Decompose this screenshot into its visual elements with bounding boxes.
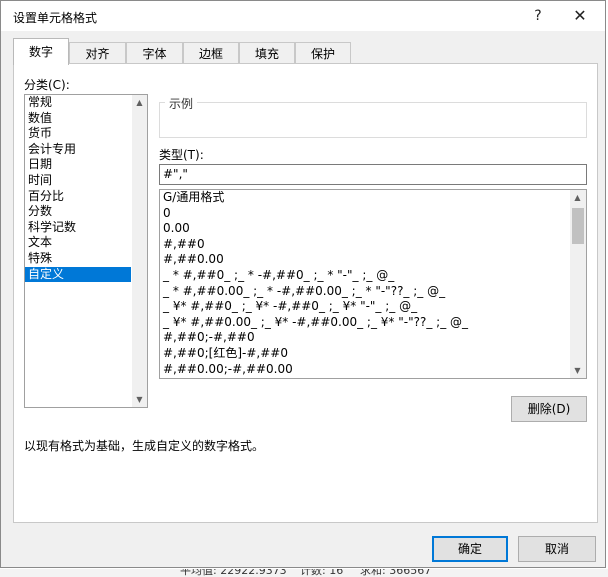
category-item[interactable]: 科学记数 [25,220,147,236]
category-item[interactable]: 时间 [25,173,147,189]
format-code-listbox[interactable]: G/通用格式 0 0.00 #,##0 #,##0.00 _ * #,##0_ … [159,189,587,379]
scroll-up-icon[interactable]: ▲ [132,95,147,110]
dialog-title: 设置单元格格式 [13,11,98,25]
tab-protection[interactable]: 保护 [295,42,351,64]
title-bar: 设置单元格格式 ? ✕ [1,1,605,31]
scroll-down-icon[interactable]: ▼ [132,392,147,407]
category-scrollbar[interactable]: ▲ ▼ [132,95,147,407]
format-item[interactable]: 0 [160,206,568,222]
tab-border[interactable]: 边框 [183,42,239,64]
category-item[interactable]: 分数 [25,204,147,220]
format-item[interactable]: #,##0 [160,237,568,253]
category-item[interactable]: 货币 [25,126,147,142]
tab-font[interactable]: 字体 [126,42,183,64]
scroll-up-icon[interactable]: ▲ [570,190,585,205]
category-item[interactable]: 文本 [25,235,147,251]
status-average: 平均值: 22922.9373 [180,569,287,577]
sample-box [159,102,587,138]
category-label: 分类(C): [24,78,70,92]
format-item[interactable]: #,##0.00 [160,252,568,268]
scroll-thumb[interactable] [572,208,584,244]
format-item[interactable]: _ * #,##0.00_ ;_ * -#,##0.00_ ;_ * "-"??… [160,284,568,300]
status-sum: 求和: 366567 [360,569,432,577]
format-scrollbar[interactable]: ▲ ▼ [570,190,586,378]
category-item-selected[interactable]: 自定义 [25,266,131,283]
category-listbox[interactable]: 常规 数值 货币 会计专用 日期 时间 百分比 分数 科学记数 文本 特殊 自定… [24,94,148,408]
cancel-button[interactable]: 取消 [518,536,596,562]
tab-number[interactable]: 数字 [13,38,69,65]
help-button[interactable]: ? [515,1,561,31]
category-item[interactable]: 常规 [25,95,147,111]
delete-button[interactable]: 删除(D) [511,396,587,422]
format-item[interactable]: _ ¥* #,##0_ ;_ ¥* -#,##0_ ;_ ¥* "-"_ ;_ … [160,299,568,315]
format-item[interactable]: #,##0;-#,##0 [160,330,568,346]
type-label: 类型(T): [159,148,204,162]
format-item[interactable]: G/通用格式 [160,190,568,206]
category-item[interactable]: 日期 [25,157,147,173]
sample-label: 示例 [165,95,198,112]
format-item[interactable]: 0.00 [160,221,568,237]
format-cells-dialog: 设置单元格格式 ? ✕ 数字 对齐 字体 边框 填充 保护 分类(C): 常规 … [0,0,606,568]
format-item[interactable]: #,##0.00;-#,##0.00 [160,362,568,378]
tab-alignment[interactable]: 对齐 [69,42,126,64]
category-item[interactable]: 百分比 [25,189,147,205]
category-item[interactable]: 会计专用 [25,142,147,158]
format-item[interactable]: _ ¥* #,##0.00_ ;_ ¥* -#,##0.00_ ;_ ¥* "-… [160,315,568,331]
category-item[interactable]: 数值 [25,111,147,127]
tab-fill[interactable]: 填充 [239,42,295,64]
category-item[interactable]: 特殊 [25,251,147,267]
type-input[interactable]: #"," [159,164,587,185]
ok-button[interactable]: 确定 [432,536,508,562]
format-item[interactable]: _ * #,##0_ ;_ * -#,##0_ ;_ * "-"_ ;_ @_ [160,268,568,284]
scroll-down-icon[interactable]: ▼ [570,363,585,378]
format-description: 以现有格式为基础，生成自定义的数字格式。 [24,439,265,453]
status-count: 计数: 16 [300,569,344,577]
close-button[interactable]: ✕ [557,1,603,31]
excel-status-bar: 平均值: 22922.9373 计数: 16 求和: 366567 [0,569,608,577]
format-item[interactable]: #,##0;[红色]-#,##0 [160,346,568,362]
number-tab-panel: 分类(C): 常规 数值 货币 会计专用 日期 时间 百分比 分数 科学记数 文… [13,63,598,523]
